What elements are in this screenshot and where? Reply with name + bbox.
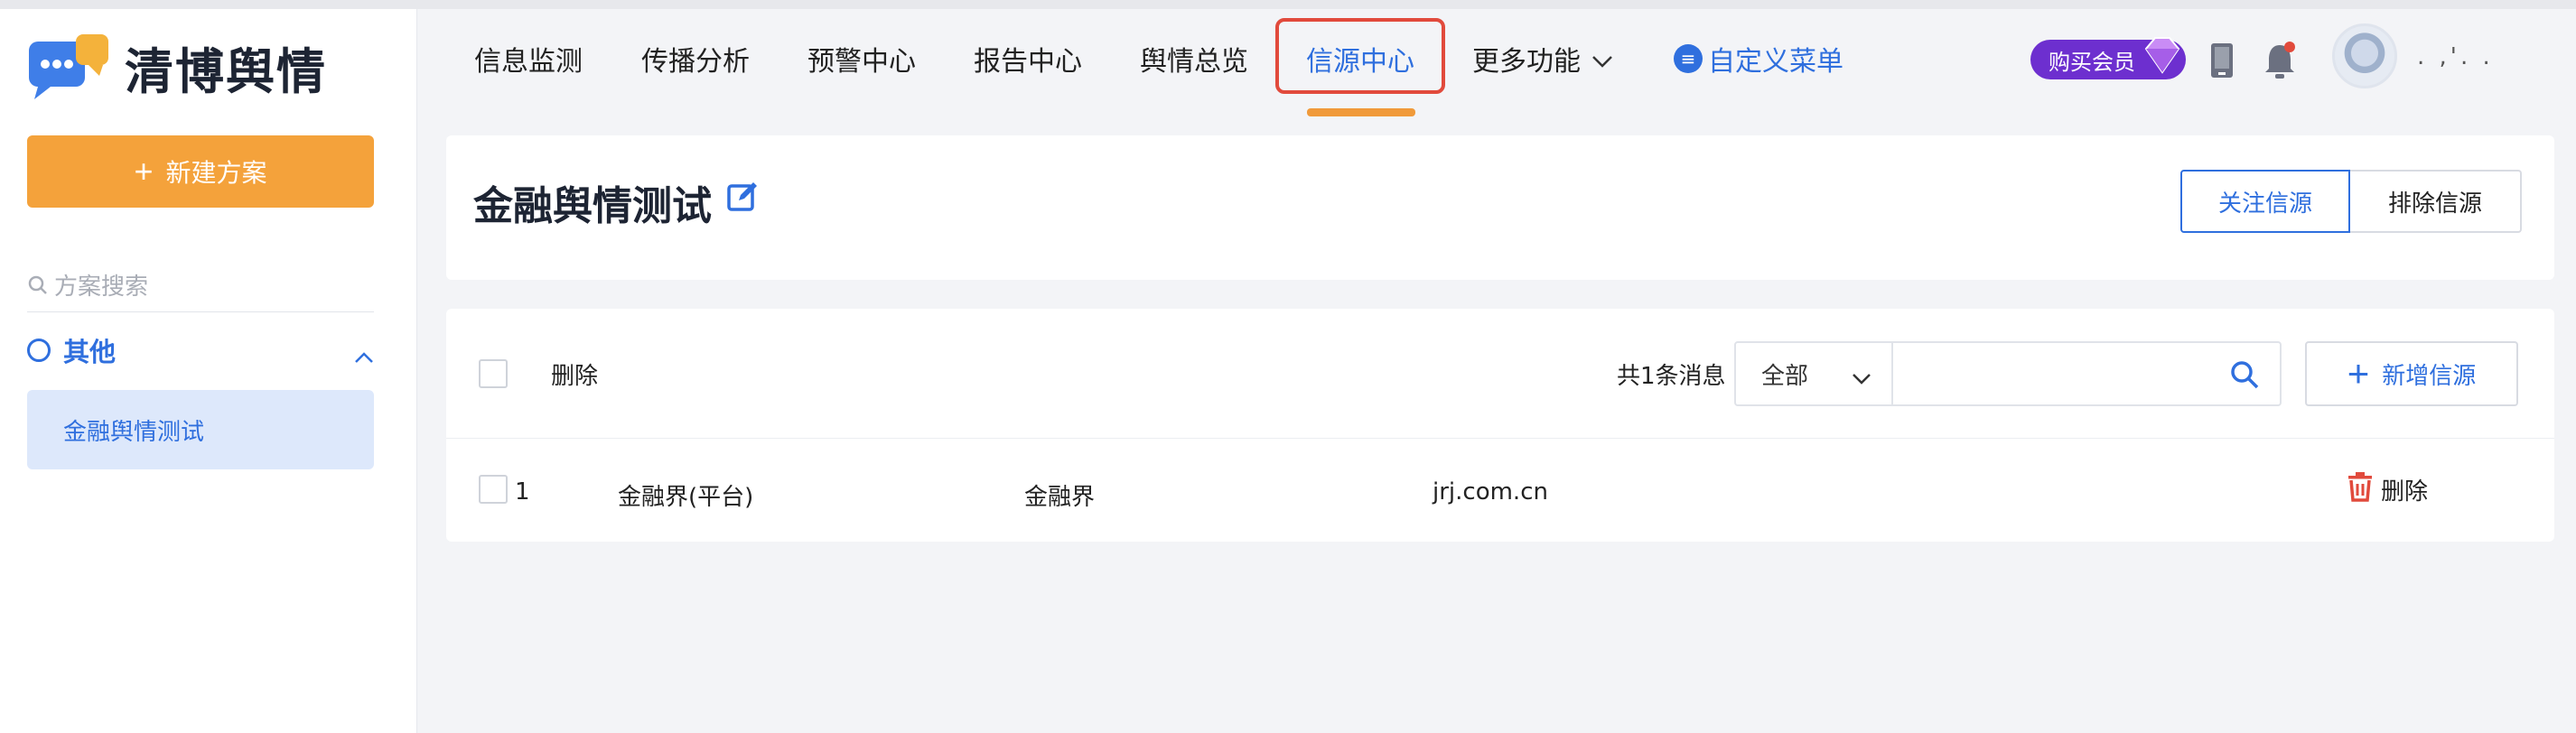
chevron-down-icon — [1852, 365, 1871, 392]
plan-header-card: 金融舆情测试 关注信源 排除信源 — [446, 135, 2554, 280]
new-plan-label: 新建方案 — [165, 159, 267, 187]
exclude-sources-button[interactable]: 排除信源 — [2350, 170, 2522, 233]
plus-icon: + — [134, 153, 154, 190]
chevron-up-icon[interactable] — [354, 339, 374, 370]
custom-menu-label: 自定义菜单 — [1708, 46, 1843, 78]
bell-icon[interactable] — [2260, 36, 2300, 85]
chat-bubbles-icon — [25, 31, 112, 103]
sidebar: 清博舆情 + 新建方案 其他 金融舆情测试 — [0, 9, 417, 733]
bulk-delete-button[interactable]: 删除 — [551, 357, 598, 391]
brand-name: 清博舆情 — [125, 42, 327, 100]
diamond-icon — [2139, 32, 2186, 83]
brand-logo[interactable]: 清博舆情 — [25, 29, 327, 105]
new-plan-button[interactable]: + 新建方案 — [27, 135, 374, 208]
message-count: 共1条消息 — [1617, 363, 1726, 390]
source-name: 金融界(平台) — [618, 484, 754, 511]
plan-search — [27, 262, 374, 312]
nav-item-custom-menu[interactable]: ≡ 自定义菜单 — [1674, 9, 1843, 108]
nav-item-overview[interactable]: 舆情总览 — [1140, 9, 1248, 108]
list-toolbar: 删除 共1条消息 全部 + 新增信源 — [446, 309, 2554, 439]
trash-icon — [2347, 471, 2374, 508]
top-nav: 信息监测 传播分析 预警中心 报告中心 舆情总览 信源中心 更多功能 ≡ 自定义… — [418, 9, 2576, 117]
username[interactable]: . ,'. . — [2417, 43, 2494, 70]
search-icon[interactable] — [2229, 359, 2260, 394]
circle-icon — [27, 339, 51, 362]
chevron-down-icon — [1591, 43, 1613, 75]
filter-value: 全部 — [1761, 362, 1809, 390]
row-checkbox[interactable] — [479, 475, 508, 504]
nav-item-reports[interactable]: 报告中心 — [974, 9, 1082, 108]
row-index: 1 — [515, 478, 530, 506]
source-search-input[interactable] — [1911, 357, 2218, 390]
select-all-checkbox[interactable] — [479, 359, 508, 388]
row-delete-label: 删除 — [2381, 478, 2429, 506]
add-source-button[interactable]: + 新增信源 — [2305, 341, 2518, 406]
mobile-icon[interactable] — [2204, 38, 2240, 83]
follow-sources-button[interactable]: 关注信源 — [2180, 170, 2350, 233]
nav-item-more[interactable]: 更多功能 — [1472, 9, 1613, 108]
active-tab-underline — [1307, 108, 1415, 116]
search-icon — [27, 274, 49, 300]
plan-search-input[interactable] — [54, 273, 361, 301]
source-site: 金融界 — [1024, 484, 1096, 511]
nav-item-monitoring[interactable]: 信息监测 — [474, 9, 583, 108]
group-header-other[interactable]: 其他 — [27, 325, 374, 376]
sources-list-card: 删除 共1条消息 全部 + 新增信源 1 金融界(平台) 金融界 jrj.com… — [446, 309, 2554, 542]
plan-item-finance[interactable]: 金融舆情测试 — [27, 390, 374, 469]
source-search — [1893, 341, 2282, 406]
row-delete-button[interactable]: 删除 — [2347, 471, 2428, 507]
nav-item-alerts[interactable]: 预警中心 — [807, 9, 916, 108]
nav-item-propagation[interactable]: 传播分析 — [641, 9, 750, 108]
add-source-label: 新增信源 — [2382, 361, 2477, 389]
filter-select[interactable]: 全部 — [1734, 341, 1893, 406]
menu-list-icon: ≡ — [1674, 44, 1703, 73]
page-title: 金融舆情测试 — [473, 183, 712, 229]
top-border — [0, 0, 2576, 9]
edit-icon[interactable] — [726, 181, 759, 217]
plus-icon: + — [2347, 352, 2370, 394]
more-label: 更多功能 — [1472, 46, 1581, 78]
group-label: 其他 — [63, 337, 117, 367]
table-row: 1 金融界(平台) 金融界 jrj.com.cn 删除 — [446, 439, 2554, 542]
source-domain: jrj.com.cn — [1433, 478, 1548, 506]
avatar[interactable] — [2332, 23, 2397, 88]
active-tab-highlight — [1275, 18, 1445, 94]
